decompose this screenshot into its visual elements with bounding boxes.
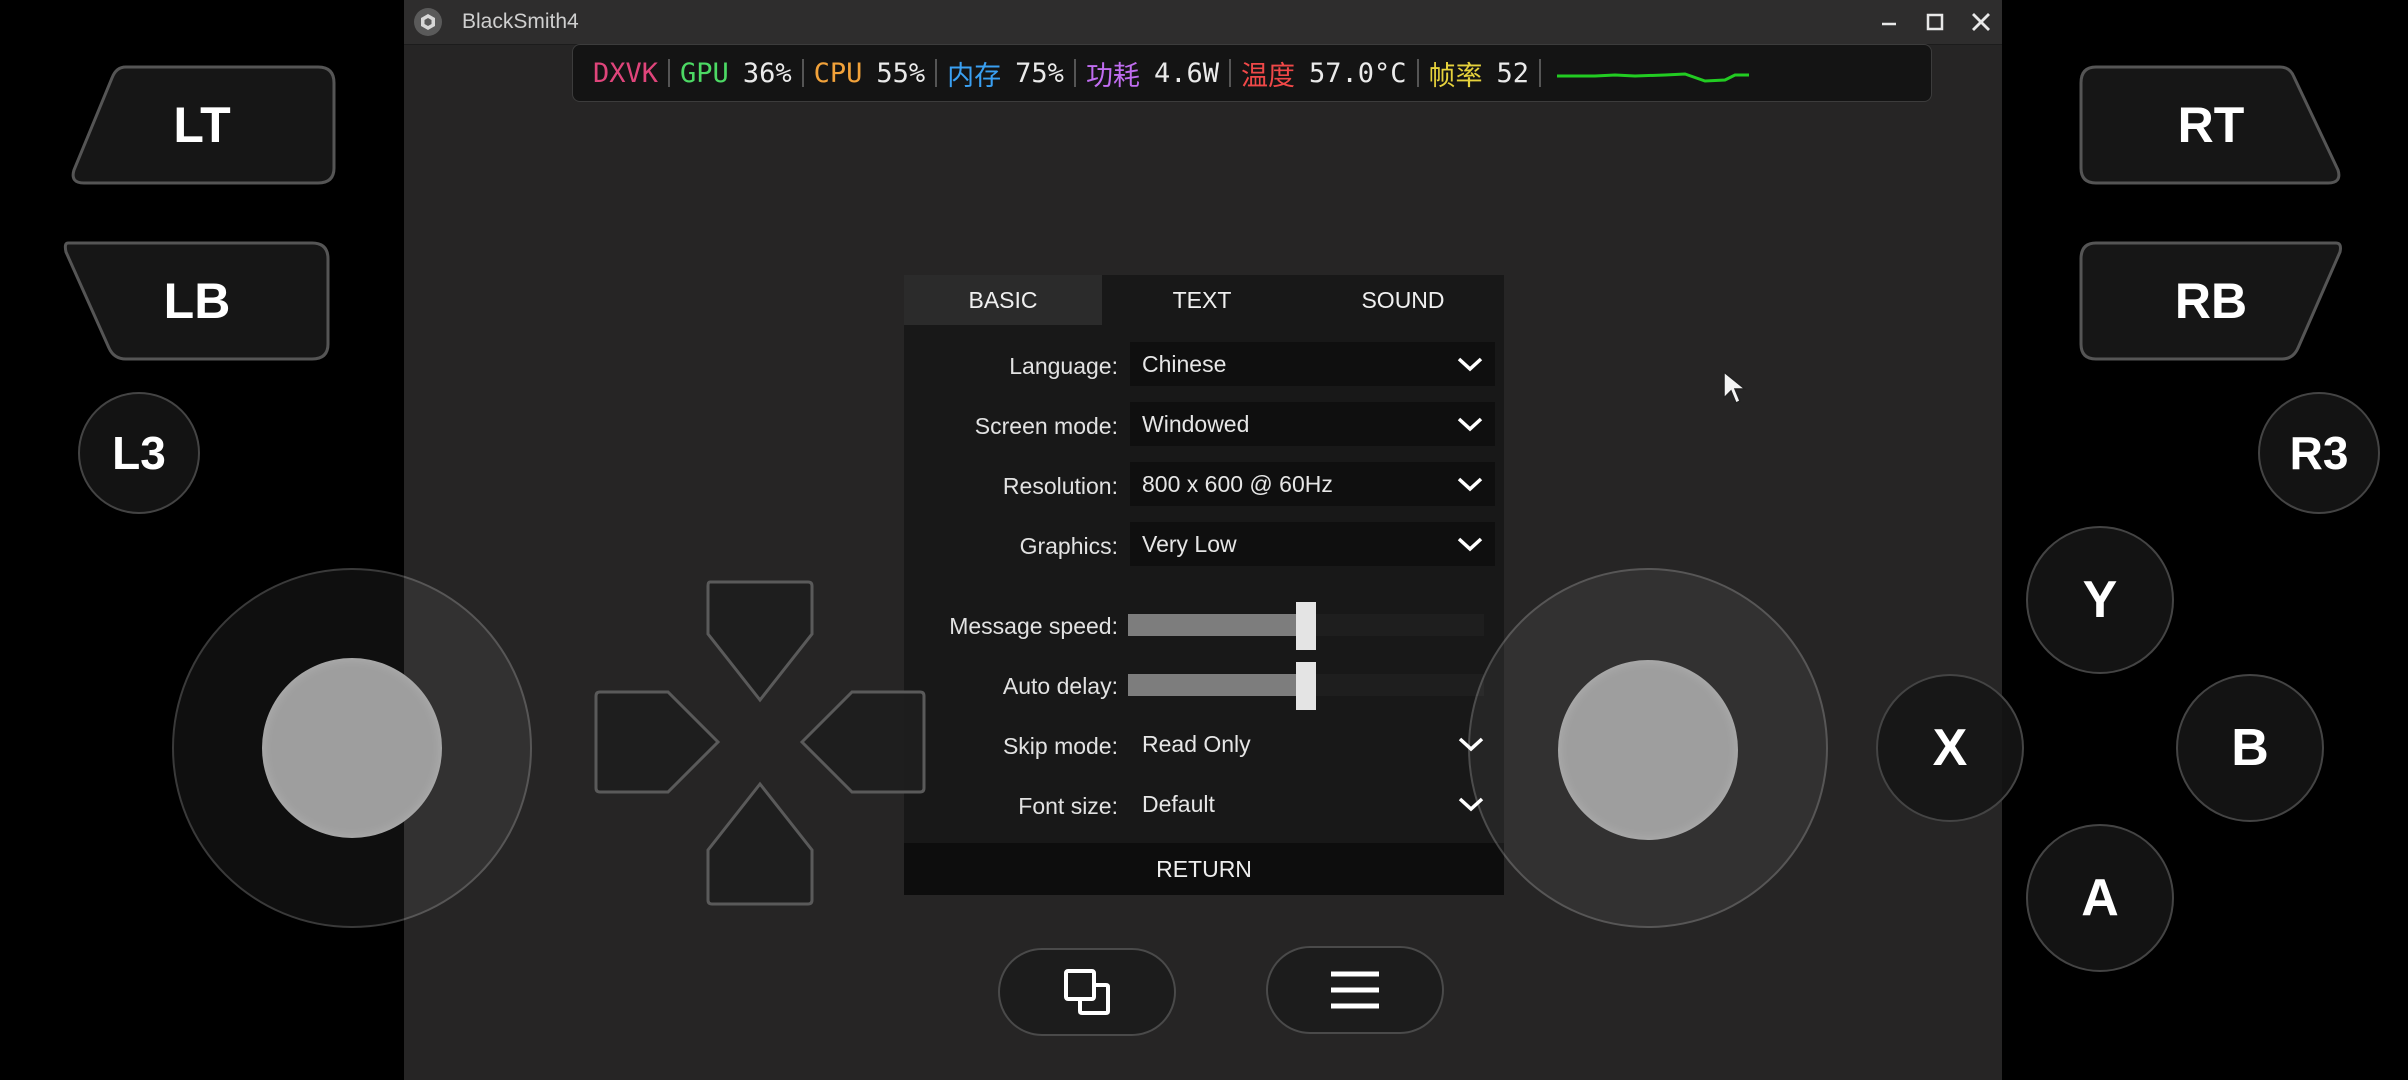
dpad-up[interactable] xyxy=(706,580,814,703)
memory-label: 内存 xyxy=(947,60,1002,92)
screen-mode-label: Screen mode: xyxy=(974,413,1118,439)
fps-label: 帧率 xyxy=(1428,60,1483,92)
maximize-button[interactable] xyxy=(1918,6,1952,38)
graphics-label: Graphics: xyxy=(1019,533,1118,559)
a-button[interactable]: A xyxy=(2026,824,2174,972)
auto-delay-slider[interactable] xyxy=(1128,662,1484,710)
graphics-value: Very Low xyxy=(1142,530,1237,557)
language-value: Chinese xyxy=(1142,350,1227,377)
app-icon xyxy=(414,8,442,36)
power-label: 功耗 xyxy=(1085,60,1140,92)
rb-label: RB xyxy=(2174,273,2248,329)
hud-divider xyxy=(1228,59,1231,87)
rt-label: RT xyxy=(2177,97,2245,153)
dpad-down[interactable] xyxy=(706,781,814,906)
gpu-label: GPU xyxy=(680,57,729,89)
mouse-cursor-icon xyxy=(1723,370,1748,405)
r3-button[interactable]: R3 xyxy=(2258,392,2380,514)
window-title: BlackSmith4 xyxy=(462,10,579,33)
y-button[interactable]: Y xyxy=(2026,526,2174,674)
font-size-value: Default xyxy=(1142,790,1215,817)
windows-icon xyxy=(1064,969,1110,1015)
lt-label: LT xyxy=(173,97,231,153)
slider-fill xyxy=(1128,674,1306,696)
temperature-value: 57.0°C xyxy=(1308,57,1407,89)
chevron-down-icon xyxy=(1457,537,1483,552)
hud-divider xyxy=(935,59,938,87)
slider-handle[interactable] xyxy=(1296,662,1316,710)
b-button[interactable]: B xyxy=(2176,674,2324,822)
message-speed-slider[interactable] xyxy=(1128,602,1484,650)
power-value: 4.6W xyxy=(1153,57,1219,89)
gpu-value: 36% xyxy=(742,57,792,89)
right-joystick-knob[interactable] xyxy=(1558,660,1738,840)
left-joystick-knob[interactable] xyxy=(262,658,442,838)
title-bar[interactable] xyxy=(404,0,2002,45)
dxvk-label: DXVK xyxy=(593,57,659,89)
performance-hud: DXVK GPU 36% CPU 55% 内存 75% 功耗 4.6W 温度 57.0°C… xyxy=(572,44,1932,102)
skip-mode-label: Skip mode: xyxy=(1002,733,1118,759)
resolution-label: Resolution: xyxy=(1002,473,1118,499)
screen-mode-select[interactable]: Windowed xyxy=(1130,402,1495,446)
a-label: A xyxy=(2081,869,2119,927)
slider-fill xyxy=(1128,614,1306,636)
resolution-value: 800 x 600 @ 60Hz xyxy=(1142,470,1333,497)
slider-handle[interactable] xyxy=(1296,602,1316,650)
hud-divider xyxy=(1416,59,1419,87)
close-icon xyxy=(1972,13,1990,31)
x-button[interactable]: X xyxy=(1876,674,2024,822)
language-select[interactable]: Chinese xyxy=(1130,342,1495,386)
l3-button[interactable]: L3 xyxy=(78,392,200,514)
font-size-label: Font size: xyxy=(1018,793,1118,819)
skip-mode-value: Read Only xyxy=(1142,730,1251,757)
hud-divider xyxy=(1073,59,1076,87)
auto-delay-label: Auto delay: xyxy=(1002,673,1118,699)
dpad xyxy=(594,580,926,906)
b-label: B xyxy=(2231,719,2269,777)
message-speed-label: Message speed: xyxy=(949,613,1118,639)
y-label: Y xyxy=(2082,571,2118,629)
chevron-down-icon xyxy=(1457,417,1483,432)
tab-basic[interactable]: BASIC xyxy=(904,275,1102,325)
cpu-label: CPU xyxy=(813,57,863,89)
x-label: X xyxy=(1932,719,1968,777)
hud-divider xyxy=(801,59,804,87)
minimize-icon xyxy=(1882,22,1896,26)
tab-sound[interactable]: SOUND xyxy=(1302,275,1504,325)
dpad-right[interactable] xyxy=(799,690,926,794)
minimize-button[interactable] xyxy=(1872,6,1906,38)
fps-graph xyxy=(1557,72,1750,83)
hud-divider xyxy=(668,59,671,87)
r3-label: R3 xyxy=(2289,427,2349,479)
dpad-left[interactable] xyxy=(594,690,721,794)
chevron-down-icon xyxy=(1457,477,1483,492)
settings-dialog: BASIC TEXT SOUND Language: Chinese Scree… xyxy=(904,275,1504,895)
tab-text[interactable]: TEXT xyxy=(1102,275,1302,325)
close-button[interactable] xyxy=(1964,6,1998,38)
hud-divider xyxy=(1539,59,1542,87)
resolution-select[interactable]: 800 x 600 @ 60Hz xyxy=(1130,462,1495,506)
l3-label: L3 xyxy=(112,427,166,479)
font-size-select[interactable]: Default xyxy=(1130,782,1484,826)
menu-icon xyxy=(1331,971,1379,1009)
cpu-value: 55% xyxy=(876,57,926,89)
lb-label: LB xyxy=(163,273,231,329)
menu-button[interactable] xyxy=(1266,946,1444,1034)
maximize-icon xyxy=(1926,13,1944,31)
chevron-down-icon xyxy=(1457,357,1483,372)
graphics-select[interactable]: Very Low xyxy=(1130,522,1495,566)
screen-mode-value: Windowed xyxy=(1142,410,1250,437)
fps-value: 52 xyxy=(1496,57,1530,89)
memory-value: 75% xyxy=(1015,57,1064,89)
windows-button[interactable] xyxy=(998,948,1176,1036)
return-button[interactable]: RETURN xyxy=(904,843,1504,895)
skip-mode-select[interactable]: Read Only xyxy=(1130,722,1484,766)
language-label: Language: xyxy=(1009,353,1118,379)
temperature-label: 温度 xyxy=(1240,60,1295,92)
